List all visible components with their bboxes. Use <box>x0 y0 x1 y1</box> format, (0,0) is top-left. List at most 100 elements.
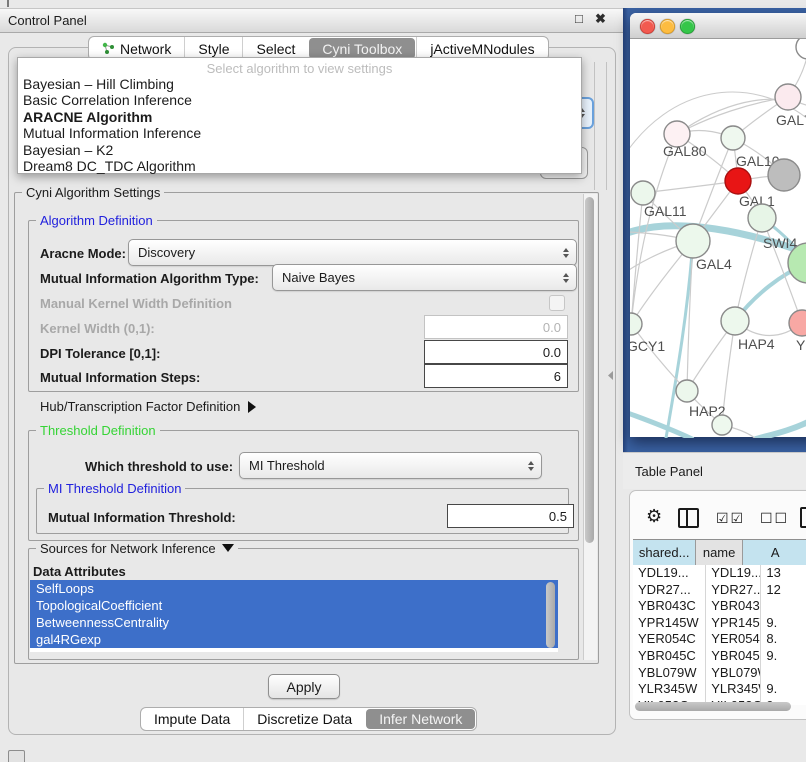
attribute-item[interactable]: TopologicalCoefficient <box>30 597 558 614</box>
columns-icon[interactable] <box>678 508 699 528</box>
gear-icon[interactable]: ⚙ <box>646 506 662 527</box>
network-node-hap2[interactable] <box>676 380 698 402</box>
table-cell[interactable]: YER054C <box>706 631 761 648</box>
network-node-gal11[interactable] <box>631 181 655 205</box>
network-node-gal4[interactable] <box>676 224 710 258</box>
attribute-item[interactable]: BetweennessCentrality <box>30 614 558 631</box>
network-canvas[interactable]: GAL7GAL80GAL10GAL1GAL11SWI4GAL4GCY1HAP4Y… <box>630 39 806 438</box>
dpi-tolerance-field[interactable]: 0.0 <box>424 340 568 364</box>
which-threshold-combobox[interactable]: MI Threshold <box>239 452 542 479</box>
close-window-icon[interactable]: ✖ <box>595 11 606 27</box>
tab-infer-network[interactable]: Infer Network <box>366 709 475 729</box>
network-node-swi4[interactable] <box>748 204 776 232</box>
aracne-mode-combobox[interactable]: Discovery <box>128 239 577 266</box>
table-cell[interactable]: YPR145W <box>633 615 706 632</box>
network-node-gal1[interactable] <box>725 168 751 194</box>
table-cell[interactable] <box>761 598 806 615</box>
table-cell[interactable]: YBR043C <box>633 598 706 615</box>
table-cell[interactable]: YBR045C <box>706 648 761 665</box>
tab-impute-data[interactable]: Impute Data <box>141 708 243 730</box>
table-row[interactable]: YBL079WYBL079W <box>633 665 806 682</box>
manual-kernel-checkbox[interactable] <box>549 295 565 311</box>
table-row[interactable]: YDR27...YDR27...12 <box>633 582 806 599</box>
column-header-shared-name[interactable]: shared... <box>633 540 696 565</box>
hidden-panel-edge <box>606 62 607 190</box>
table-cell[interactable]: YDL19... <box>706 565 761 582</box>
mi-steps-field[interactable]: 6 <box>424 364 568 388</box>
attribute-item[interactable]: gal4RGexp <box>30 631 558 648</box>
dropdown-item[interactable]: Dream8 DC_TDC Algorithm <box>18 158 581 174</box>
table-cell[interactable]: 9. <box>761 648 806 665</box>
mi-type-label: Mutual Information Algorithm Type: <box>40 271 259 286</box>
network-node-gcy1[interactable] <box>630 313 642 335</box>
table-cell[interactable]: YER054C <box>633 631 706 648</box>
show-checked-columns-icon[interactable]: ☑☑ <box>716 510 745 527</box>
tab-select-label: Select <box>256 41 295 57</box>
export-table-icon[interactable] <box>800 507 806 528</box>
column-header-name[interactable]: name <box>696 540 743 565</box>
table-row[interactable]: YLR345WYLR345W9. <box>633 681 806 698</box>
network-node-hap4[interactable] <box>721 307 749 335</box>
network-node-label: GAL80 <box>663 143 707 159</box>
sources-title-row[interactable]: Sources for Network Inference <box>36 541 238 556</box>
network-node[interactable] <box>796 39 806 59</box>
mi-threshold-field[interactable]: 0.5 <box>447 504 574 528</box>
table-cell[interactable]: YBR045C <box>633 648 706 665</box>
table-cell[interactable] <box>761 665 806 682</box>
minimize-traffic-light-icon[interactable] <box>660 19 675 34</box>
dropdown-item[interactable]: Bayesian – K2 <box>18 142 581 158</box>
spinner-arrows-icon <box>528 461 534 471</box>
table-cell[interactable]: YPR145W <box>706 615 761 632</box>
float-window-icon[interactable]: □ <box>575 11 583 26</box>
table-cell[interactable]: 8. <box>761 631 806 648</box>
table-cell[interactable]: YBL079W <box>633 665 706 682</box>
dropdown-item[interactable]: Mutual Information Inference <box>18 125 581 141</box>
table-cell[interactable]: YLR345W <box>633 681 706 698</box>
table-hscrollbar-thumb[interactable] <box>635 702 791 711</box>
tab-discretize-data[interactable]: Discretize Data <box>243 708 365 730</box>
tab-style-label: Style <box>198 41 229 57</box>
network-node[interactable] <box>768 159 800 191</box>
network-node[interactable] <box>712 415 732 435</box>
table-row[interactable]: YBR043CYBR043C <box>633 598 806 615</box>
control-panel-title: Control Panel <box>0 13 87 28</box>
settings-scrollbar-thumb[interactable] <box>585 197 594 543</box>
table-cell[interactable]: YDR27... <box>706 582 761 599</box>
hide-columns-icon[interactable]: ☐☐ <box>760 510 789 527</box>
column-header-third[interactable]: A <box>743 540 806 565</box>
bottom-tabbar: Impute Data Discretize Data Infer Networ… <box>140 707 477 731</box>
dropdown-prompt: Select algorithm to view settings <box>18 58 581 76</box>
table-row[interactable]: YER054CYER054C8. <box>633 631 806 648</box>
attribute-item[interactable]: SelfLoops <box>30 580 558 597</box>
close-traffic-light-icon[interactable] <box>640 19 655 34</box>
table-row[interactable]: YDL19...YDL19...13 <box>633 565 806 582</box>
dropdown-item[interactable]: Bayesian – Hill Climbing <box>18 76 581 92</box>
network-window-titlebar[interactable] <box>630 13 806 39</box>
table-cell[interactable]: 9. <box>761 681 806 698</box>
network-node-y[interactable] <box>789 310 806 336</box>
dropdown-item[interactable]: Basic Correlation Inference <box>18 92 581 108</box>
table-cell[interactable]: YDR27... <box>633 582 706 599</box>
table-cell[interactable]: YLR345W <box>706 681 761 698</box>
table-row[interactable]: YPR145WYPR145W9. <box>633 615 806 632</box>
dropdown-item-selected[interactable]: ARACNE Algorithm <box>18 109 581 125</box>
table-cell[interactable]: 13 <box>761 565 806 582</box>
table-cell[interactable]: YDL19... <box>633 565 706 582</box>
table-row[interactable]: YBR045CYBR045C9. <box>633 648 806 665</box>
table-cell[interactable]: 12 <box>761 582 806 599</box>
network-edge[interactable] <box>630 411 692 438</box>
network-edge[interactable] <box>756 421 806 438</box>
table-cell[interactable]: YBR043C <box>706 598 761 615</box>
docked-panel-icon[interactable] <box>8 750 25 762</box>
attribute-list-scrollbar-thumb[interactable] <box>546 582 555 648</box>
hub-definition-toggle[interactable]: Hub/Transcription Factor Definition <box>40 399 256 414</box>
mi-type-combobox[interactable]: Naive Bayes <box>272 264 577 291</box>
network-node-gal7[interactable] <box>775 84 801 110</box>
table-cell[interactable]: 9. <box>761 615 806 632</box>
network-node-gal10[interactable] <box>721 126 745 150</box>
tab-cyni-toolbox[interactable]: Cyni Toolbox <box>309 38 415 59</box>
table-cell[interactable]: YBL079W <box>706 665 761 682</box>
kernel-width-field[interactable]: 0.0 <box>424 315 568 339</box>
apply-button[interactable]: Apply <box>268 674 340 699</box>
zoom-traffic-light-icon[interactable] <box>680 19 695 34</box>
